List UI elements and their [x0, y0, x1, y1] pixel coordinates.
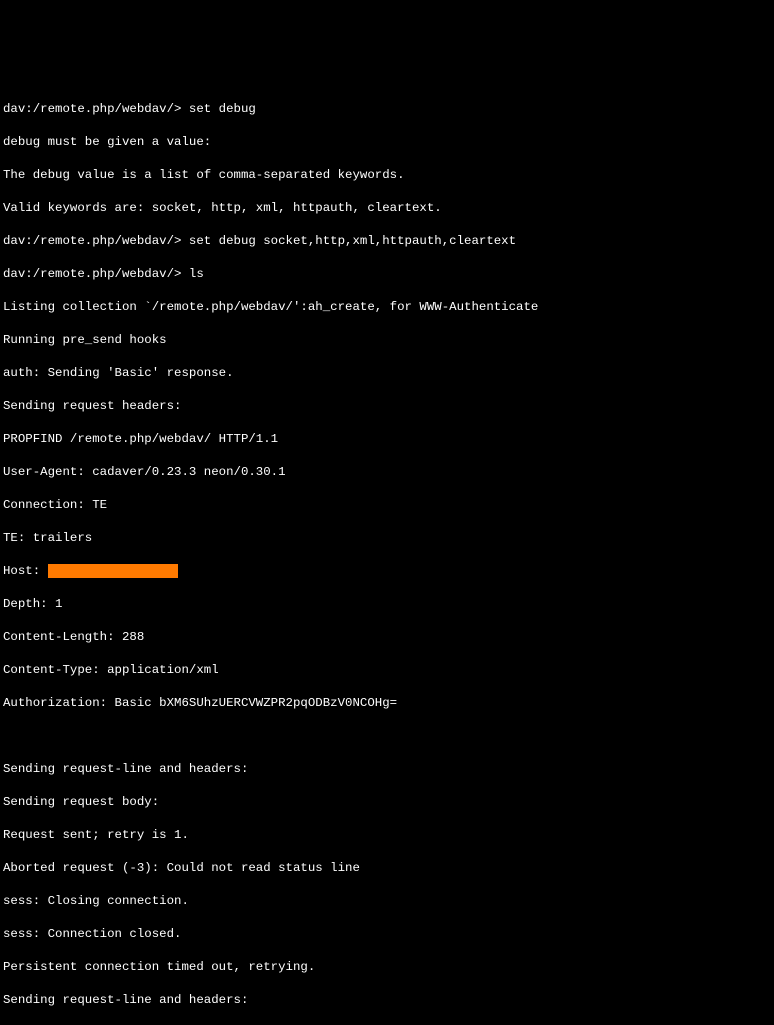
line: Sending request-line and headers: [3, 761, 771, 778]
line: Persistent connection timed out, retryin… [3, 959, 771, 976]
line: sess: Closing connection. [3, 893, 771, 910]
line: Depth: 1 [3, 596, 771, 613]
line: Sending request-line and headers: [3, 992, 771, 1009]
cmd-set-debug: set debug [189, 102, 256, 116]
line: Listing collection `/remote.php/webdav/'… [3, 299, 771, 316]
cmd-ls: ls [189, 267, 204, 281]
prompt: dav:/remote.php/webdav/> [3, 102, 189, 116]
line: Host: [3, 563, 771, 580]
line [3, 728, 771, 745]
prompt: dav:/remote.php/webdav/> [3, 234, 189, 248]
line: dav:/remote.php/webdav/> set debug socke… [3, 233, 771, 250]
line: Sending request headers: [3, 398, 771, 415]
line: Connection: TE [3, 497, 771, 514]
host-label: Host: [3, 564, 48, 578]
line: Running pre_send hooks [3, 332, 771, 349]
line: Sending request body: [3, 794, 771, 811]
cmd-set-debug-full: set debug socket,http,xml,httpauth,clear… [189, 234, 516, 248]
line: The debug value is a list of comma-separ… [3, 167, 771, 184]
line: Valid keywords are: socket, http, xml, h… [3, 200, 771, 217]
prompt: dav:/remote.php/webdav/> [3, 267, 189, 281]
line: Request sent; retry is 1. [3, 827, 771, 844]
line: dav:/remote.php/webdav/> set debug [3, 101, 771, 118]
redacted-host [48, 564, 178, 578]
line: TE: trailers [3, 530, 771, 547]
line: User-Agent: cadaver/0.23.3 neon/0.30.1 [3, 464, 771, 481]
line: PROPFIND /remote.php/webdav/ HTTP/1.1 [3, 431, 771, 448]
line: sess: Connection closed. [3, 926, 771, 943]
terminal-output: dav:/remote.php/webdav/> set debug debug… [0, 83, 774, 1025]
line: Content-Type: application/xml [3, 662, 771, 679]
line: Aborted request (-3): Could not read sta… [3, 860, 771, 877]
line: dav:/remote.php/webdav/> ls [3, 266, 771, 283]
line: Authorization: Basic bXM6SUhzUERCVWZPR2p… [3, 695, 771, 712]
line: Content-Length: 288 [3, 629, 771, 646]
line: auth: Sending 'Basic' response. [3, 365, 771, 382]
line: debug must be given a value: [3, 134, 771, 151]
